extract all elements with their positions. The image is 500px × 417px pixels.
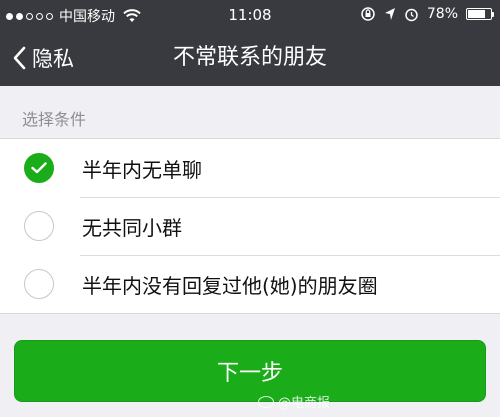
next-step-button[interactable]: 下一步: [14, 340, 486, 402]
rotation-lock-icon: [361, 7, 375, 21]
radio-button[interactable]: [24, 211, 54, 241]
option-no-private-chat[interactable]: 半年内无单聊: [0, 139, 500, 197]
alarm-icon: [405, 8, 418, 21]
status-bar: 中国移动 11:08 78%: [0, 0, 500, 30]
condition-options-list: 半年内无单聊 无共同小群 半年内没有回复过他(她)的朋友圈: [0, 138, 500, 314]
status-right: 78%: [360, 6, 494, 22]
option-label: 无共同小群: [82, 215, 182, 240]
watermark: @电商报: [258, 392, 330, 411]
watermark-text: @电商报: [278, 396, 331, 411]
section-header: 选择条件: [22, 110, 87, 129]
battery-icon: [466, 8, 494, 20]
location-icon: [384, 8, 395, 20]
radio-button[interactable]: [24, 153, 54, 183]
battery-fill: [468, 10, 486, 18]
battery-percent: 78%: [426, 6, 458, 22]
checkmark-icon: [31, 162, 47, 174]
option-label: 半年内没有回复过他(她)的朋友圈: [82, 273, 378, 298]
option-label: 半年内无单聊: [82, 157, 202, 182]
option-no-shared-small-group[interactable]: 无共同小群: [0, 197, 500, 255]
weibo-logo-icon: [258, 395, 274, 408]
radio-button[interactable]: [24, 269, 54, 299]
option-no-moments-reply[interactable]: 半年内没有回复过他(她)的朋友圈: [0, 255, 500, 313]
page-title: 不常联系的朋友: [172, 45, 327, 70]
navigation-bar: 隐私 不常联系的朋友: [0, 30, 500, 86]
